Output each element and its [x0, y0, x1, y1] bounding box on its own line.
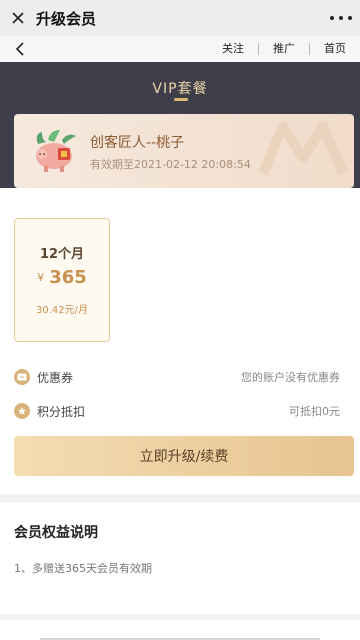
more-icon[interactable]: [330, 8, 352, 28]
benefit-item: 1、多赠送365天会员有效期: [14, 562, 152, 575]
bottom-area: [0, 620, 360, 640]
coupon-row[interactable]: 优惠券 您的账户没有优惠券: [14, 366, 340, 388]
points-label: 积分抵扣: [37, 404, 86, 419]
price-amount: 365: [49, 267, 87, 288]
window-title: 升级会员: [36, 9, 97, 28]
coupon-icon: [14, 369, 30, 385]
plan-price: ¥ 365: [15, 267, 109, 288]
coupon-label: 优惠券: [37, 370, 74, 385]
nav-follow-link[interactable]: 关注: [208, 36, 258, 62]
points-value: 可抵扣0元: [289, 405, 340, 418]
plan-monthly-price: 30.42元/月: [36, 305, 88, 316]
nav-bar: 关注 推广 首页: [0, 36, 360, 62]
benefits-section: 会员权益说明 1、多赠送365天会员有效期: [0, 502, 360, 614]
nav-promote-link[interactable]: 推广: [259, 36, 309, 62]
nav-home-link[interactable]: 首页: [310, 36, 360, 62]
nav-links: 关注 推广 首页: [208, 36, 360, 62]
back-icon[interactable]: [0, 36, 40, 62]
plan-option-12-months[interactable]: 12个月 ¥ 365 30.42元/月: [14, 218, 110, 342]
vip-package-title: VIP套餐: [152, 81, 208, 97]
close-icon[interactable]: [0, 0, 36, 36]
purchase-panel: 12个月 ¥ 365 30.42元/月 优惠券 您的账户没有优惠券 积分抵扣 可…: [0, 188, 360, 494]
currency-symbol: ¥: [37, 271, 45, 284]
coupon-value: 您的账户没有优惠券: [241, 371, 340, 384]
avatar: [36, 130, 76, 172]
upgrade-renew-button[interactable]: 立即升级/续费: [14, 436, 354, 476]
title-underline: [174, 98, 188, 101]
member-expiry: 有效期至2021-02-12 20:08:54: [90, 158, 251, 171]
watermark-icon: [258, 121, 348, 175]
plan-duration: 12个月: [39, 247, 85, 262]
member-name: 创客匠人--桃子: [90, 135, 185, 151]
benefits-title: 会员权益说明: [14, 525, 98, 541]
points-row[interactable]: 积分抵扣 可抵扣0元: [14, 400, 340, 422]
member-card: 创客匠人--桃子 有效期至2021-02-12 20:08:54: [14, 114, 354, 188]
points-icon: [14, 403, 30, 419]
title-bar: 升级会员: [0, 0, 360, 36]
